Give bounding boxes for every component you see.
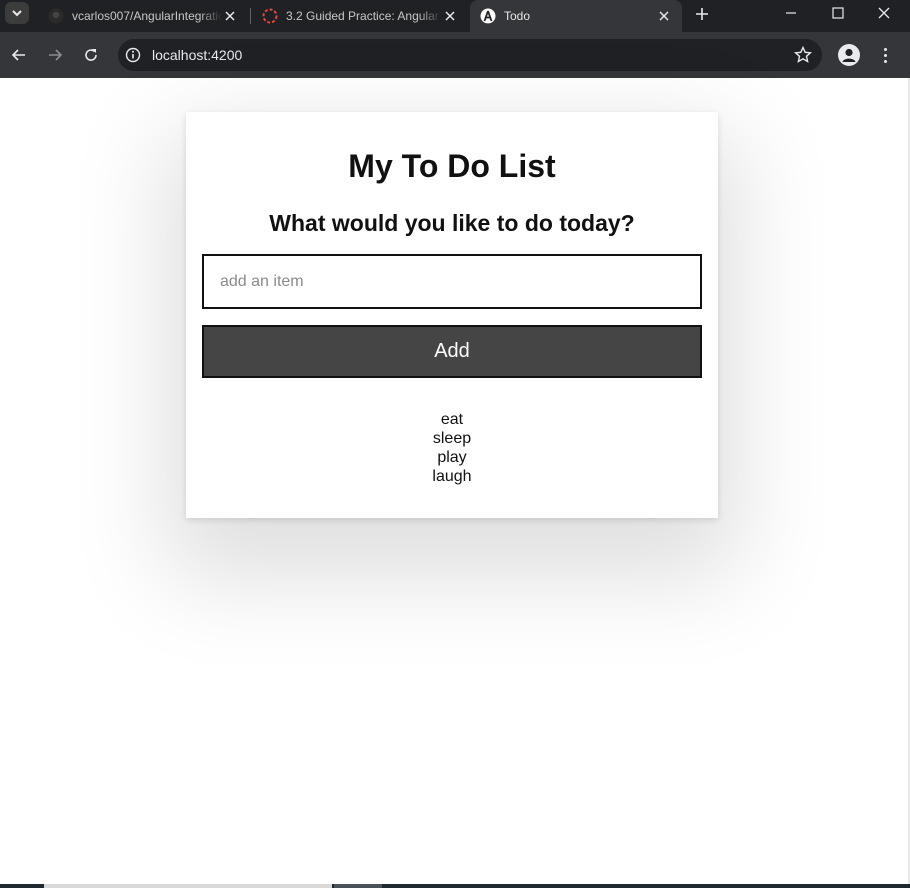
close-icon[interactable] bbox=[442, 8, 458, 24]
forward-button[interactable] bbox=[43, 43, 67, 67]
arrow-left-icon bbox=[11, 49, 25, 61]
add-item-input[interactable] bbox=[202, 254, 702, 309]
page-subtitle: What would you like to do today? bbox=[269, 210, 635, 236]
close-window-button[interactable] bbox=[861, 0, 907, 26]
angular-icon bbox=[480, 8, 496, 24]
taskbar-item[interactable] bbox=[44, 884, 332, 888]
menu-dots-icon[interactable] bbox=[878, 44, 892, 66]
close-icon bbox=[878, 7, 890, 19]
tab-todo[interactable]: Todo bbox=[470, 0, 682, 32]
minimize-icon bbox=[786, 12, 796, 14]
page-title: My To Do List bbox=[348, 148, 556, 184]
reload-icon bbox=[85, 49, 97, 61]
list-item: laugh bbox=[432, 468, 472, 485]
list-item: sleep bbox=[432, 430, 472, 447]
tab-title: Todo bbox=[504, 9, 531, 23]
tab-title: vcarlos007/AngularIntegration bbox=[72, 9, 222, 23]
info-icon[interactable] bbox=[124, 46, 142, 64]
circle-dashed-icon bbox=[262, 8, 278, 24]
reload-button[interactable] bbox=[79, 43, 103, 67]
back-button[interactable] bbox=[7, 43, 31, 67]
github-icon bbox=[48, 8, 64, 24]
close-icon[interactable] bbox=[222, 8, 238, 24]
maximize-icon bbox=[832, 7, 844, 19]
arrow-right-icon bbox=[49, 49, 63, 61]
tab-strip: vcarlos007/AngularIntegration 3.2 Guided… bbox=[0, 0, 910, 32]
tab-title: 3.2 Guided Practice: Angular bbox=[286, 9, 439, 23]
todo-list: eat sleep play laugh bbox=[186, 410, 718, 486]
person-icon bbox=[842, 48, 856, 62]
profile-button[interactable] bbox=[838, 44, 860, 66]
os-taskbar bbox=[0, 884, 910, 888]
taskbar-item[interactable] bbox=[334, 884, 382, 888]
tab-guided-practice[interactable]: 3.2 Guided Practice: Angular bbox=[252, 0, 468, 32]
new-tab-button[interactable] bbox=[692, 4, 712, 24]
url-text[interactable]: localhost:4200 bbox=[152, 47, 242, 63]
address-bar[interactable]: localhost:4200 bbox=[118, 39, 822, 71]
maximize-button[interactable] bbox=[815, 0, 861, 26]
tab-separator bbox=[250, 8, 251, 24]
todo-card: My To Do List What would you like to do … bbox=[186, 112, 718, 518]
add-button[interactable]: Add bbox=[202, 325, 702, 378]
plus-icon bbox=[696, 8, 708, 20]
list-item: play bbox=[437, 449, 467, 466]
close-icon[interactable] bbox=[656, 8, 672, 24]
list-item: eat bbox=[440, 411, 464, 428]
chevron-down-icon bbox=[12, 10, 22, 17]
tab-search-button[interactable] bbox=[5, 2, 29, 24]
tab-github[interactable]: vcarlos007/AngularIntegration bbox=[38, 0, 248, 32]
star-icon[interactable] bbox=[794, 46, 812, 64]
browser-toolbar: localhost:4200 bbox=[0, 32, 910, 78]
minimize-button[interactable] bbox=[768, 0, 814, 26]
